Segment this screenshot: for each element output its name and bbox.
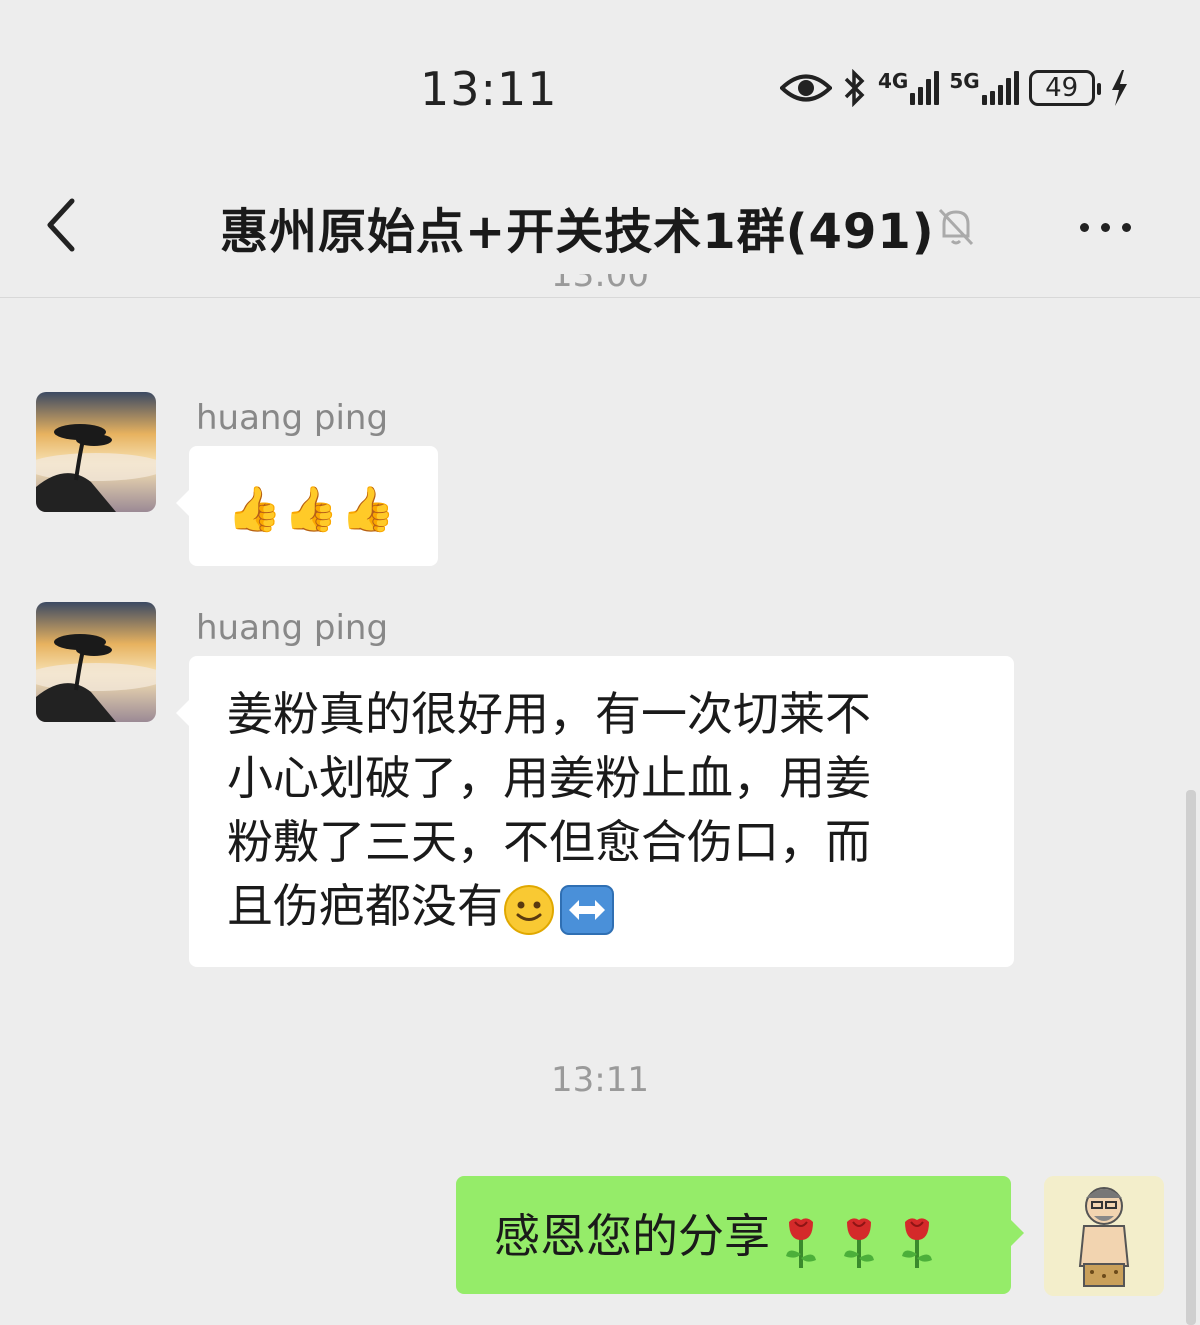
more-icon-dot — [1080, 222, 1089, 232]
more-icon-dot — [1122, 222, 1131, 232]
message-text: 感恩您的分享 — [494, 1209, 770, 1263]
status-time: 13:11 — [420, 62, 558, 116]
mute-icon — [938, 208, 974, 246]
message-bubble[interactable]: 👍👍👍 — [176, 446, 438, 566]
avatar[interactable] — [36, 602, 156, 722]
message-line: 粉敷了三天，不但愈合伤口，而 — [227, 815, 871, 869]
rose-emoji — [844, 1217, 874, 1268]
battery-icon: 49 — [1028, 70, 1101, 106]
my-avatar[interactable] — [1044, 1176, 1164, 1296]
eye-icon — [780, 74, 832, 102]
avatar[interactable] — [36, 392, 156, 512]
header-divider — [0, 297, 1200, 298]
sender-name: huang ping — [196, 608, 389, 648]
more-button[interactable] — [1080, 212, 1150, 242]
status-icons: 4G 5G 49 — [780, 64, 1129, 112]
avatar-image — [36, 602, 156, 722]
charging-icon — [1111, 70, 1127, 106]
rose-emoji — [786, 1217, 816, 1268]
more-icon-dot — [1101, 222, 1110, 232]
rose-emoji — [902, 1217, 932, 1268]
message-bubble[interactable]: 姜粉真的很好用，有一次切莱不 小心划破了，用姜粉止血，用姜 粉敷了三天，不但愈合… — [176, 656, 1014, 967]
previous-timestamp: 13:00 — [551, 274, 649, 295]
back-icon — [47, 198, 75, 252]
network-5g-label: 5G — [949, 69, 980, 93]
network-4g-label: 4G — [878, 69, 909, 93]
scrollbar[interactable] — [1186, 790, 1196, 1325]
avatar-image — [36, 392, 156, 512]
message-line: 小心划破了，用姜粉止血，用姜 — [227, 751, 871, 805]
smile-emoji — [504, 884, 554, 935]
timestamp: 13:11 — [551, 1060, 649, 1100]
message-line: 姜粉真的很好用，有一次切莱不 — [227, 687, 871, 741]
chat-title: 惠州原始点+开关技术1群(491) — [220, 204, 935, 260]
left-right-arrow-emoji — [560, 884, 614, 935]
bluetooth-icon — [844, 69, 865, 107]
signal-icon-2: 5G — [949, 69, 1019, 105]
thumbs-up-emoji: 👍👍👍 — [227, 484, 398, 535]
sender-name: huang ping — [196, 398, 389, 438]
back-button[interactable] — [40, 190, 100, 260]
battery-level: 49 — [1045, 73, 1079, 103]
signal-icon: 4G — [878, 69, 940, 105]
my-message-bubble[interactable]: 感恩您的分享 — [456, 1176, 1024, 1294]
message-line: 且伤疤都没有 — [227, 874, 1014, 938]
avatar-image — [1044, 1176, 1164, 1296]
